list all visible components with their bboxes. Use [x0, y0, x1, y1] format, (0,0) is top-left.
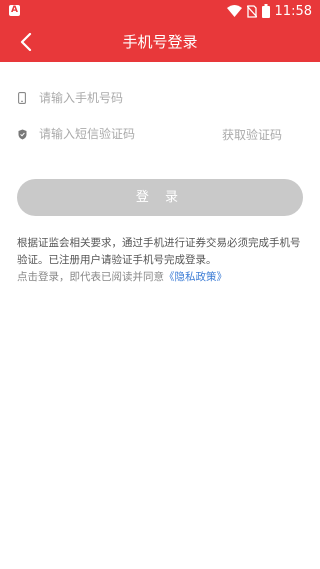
phone-field-row [0, 80, 320, 116]
page-title: 手机号登录 [122, 33, 198, 51]
app-notification-icon: A [9, 5, 20, 16]
status-bar: A 11:58 [0, 0, 320, 22]
battery-icon [261, 4, 270, 18]
get-code-button[interactable]: 获取验证码 [222, 126, 282, 143]
notice-text: 根据证监会相关要求，通过手机进行证券交易必须完成手机号验证。已注册用户请验证手机… [17, 237, 301, 266]
wifi-icon [226, 5, 242, 17]
no-sim-icon [246, 4, 257, 18]
code-field-row: 获取验证码 [0, 116, 320, 152]
login-button[interactable]: 登 录 [17, 179, 303, 216]
status-bar-right: 11:58 [226, 0, 312, 22]
sms-code-input[interactable] [39, 122, 210, 146]
back-button[interactable] [12, 28, 40, 56]
privacy-policy-link[interactable]: 《隐私政策》 [164, 271, 227, 283]
agreement-prefix: 点击登录，即代表已阅读并同意 [17, 271, 164, 283]
chevron-left-icon [20, 33, 32, 51]
shield-icon [17, 127, 27, 141]
phone-icon [17, 91, 27, 105]
status-time: 11:58 [274, 3, 312, 19]
header-bar: 手机号登录 [0, 22, 320, 62]
agreement-text: 点击登录，即代表已阅读并同意《隐私政策》 [17, 270, 305, 284]
phone-input[interactable] [39, 86, 210, 110]
